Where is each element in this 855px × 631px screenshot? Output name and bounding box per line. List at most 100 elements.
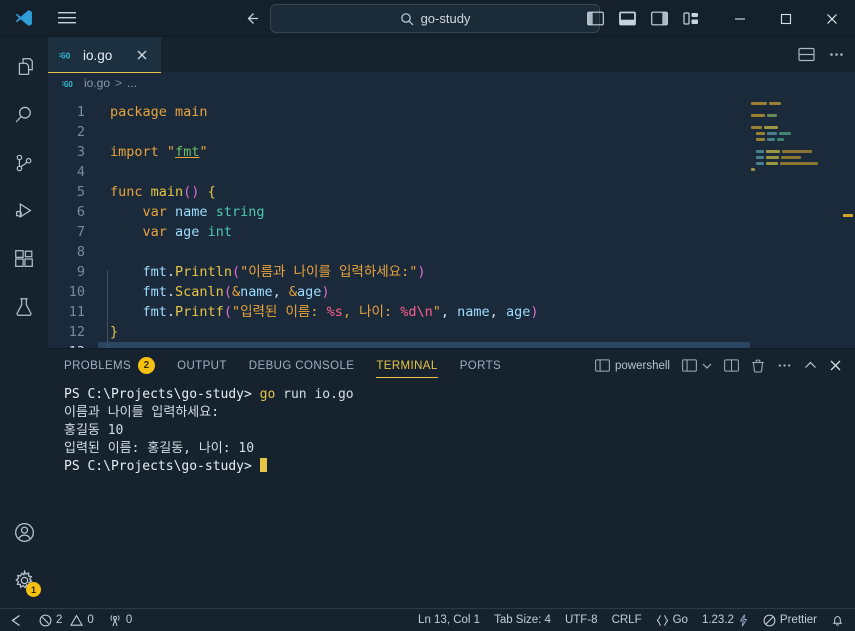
maximize-panel-button[interactable] (799, 354, 822, 378)
terminal-line: 이름과 나이를 입력하세요: (64, 404, 855, 422)
run-debug-icon (13, 200, 35, 222)
terminal-shell-label: powershell (615, 360, 670, 372)
remote-indicator[interactable] (0, 609, 32, 631)
code-line-3: import "fmt" (110, 142, 855, 162)
status-problems[interactable]: 2 0 (32, 609, 101, 631)
panel-tab-label: PROBLEMS (64, 360, 131, 372)
tab-close-icon[interactable] (133, 46, 151, 64)
status-notifications[interactable] (824, 609, 851, 631)
sidebar-item-extensions[interactable] (0, 235, 48, 283)
go-version-label: 1.23.2 (702, 614, 734, 626)
terminal-output[interactable]: PS C:\Projects\go-study> go run io.go 이름… (48, 382, 855, 608)
account-button[interactable] (0, 508, 48, 556)
svg-text:GO: GO (64, 79, 74, 88)
language-label: Go (673, 614, 688, 626)
status-prettier[interactable]: Prettier (756, 609, 824, 631)
ports-count: 0 (126, 614, 132, 626)
tab-output[interactable]: OUTPUT (177, 349, 227, 382)
files-icon (13, 56, 35, 78)
close-icon (829, 359, 842, 372)
terminal-cursor (260, 458, 267, 472)
maximize-button[interactable] (763, 0, 809, 37)
code-content: 1 2 3 4 5 6 7 8 9 10 11 12 13 (48, 94, 855, 348)
sidebar-item-search[interactable] (0, 91, 48, 139)
panel-tab-label: OUTPUT (177, 360, 227, 372)
vscode-logo-icon (0, 0, 48, 37)
breadcrumb-separator: > (115, 76, 122, 90)
status-language-mode[interactable]: Go (649, 609, 695, 631)
breadcrumb[interactable]: GO io.go > ... (48, 72, 855, 94)
code-editor[interactable]: 1 2 3 4 5 6 7 8 9 10 11 12 13 (48, 94, 855, 348)
hamburger-menu-icon[interactable] (48, 0, 86, 37)
close-button[interactable] (809, 0, 855, 37)
layout-controls (581, 5, 705, 33)
more-actions-icon[interactable] (823, 42, 849, 68)
tab-debug-console[interactable]: DEBUG CONSOLE (249, 349, 355, 382)
radio-tower-icon (108, 614, 122, 627)
go-file-icon: GO (59, 48, 76, 62)
search-input[interactable]: go-study (270, 4, 600, 33)
code-line-1: package main (110, 102, 855, 122)
split-terminal-icon (724, 359, 739, 372)
line-number: 8 (48, 242, 85, 262)
sidebar-item-run-and-debug[interactable] (0, 187, 48, 235)
arrow-left-icon[interactable] (241, 7, 263, 29)
tab-problems[interactable]: PROBLEMS 2 (64, 349, 155, 382)
code-line-6: var name string (110, 202, 855, 222)
editor-tab-bar: GO io.go (48, 37, 855, 72)
line-number: 3 (48, 142, 85, 162)
tab-io-go[interactable]: GO io.go (48, 37, 162, 72)
tab-terminal[interactable]: TERMINAL (376, 349, 437, 382)
new-terminal-button[interactable] (677, 354, 717, 378)
titlebar-right (581, 0, 855, 37)
close-panel-button[interactable] (824, 354, 847, 378)
status-encoding[interactable]: UTF-8 (558, 609, 605, 631)
breadcrumb-file[interactable]: io.go (84, 76, 110, 90)
panel-tab-label: TERMINAL (376, 360, 437, 372)
code-line-7: var age int (110, 222, 855, 242)
status-bar-right: Ln 13, Col 1 Tab Size: 4 UTF-8 CRLF Go 1… (411, 609, 851, 631)
remote-icon (9, 614, 23, 627)
warning-icon (70, 614, 83, 627)
kill-terminal-button[interactable] (746, 354, 770, 378)
toggle-secondary-sidebar-icon[interactable] (645, 5, 673, 33)
tab-label: io.go (83, 48, 112, 63)
activity-bar-top (0, 43, 48, 331)
editor-actions (793, 37, 849, 72)
customize-layout-icon[interactable] (677, 5, 705, 33)
split-terminal-button[interactable] (719, 354, 744, 378)
status-eol[interactable]: CRLF (605, 609, 649, 631)
search-icon (400, 12, 414, 26)
line-number: 4 (48, 162, 85, 182)
terminal-line: PS C:\Projects\go-study> go run io.go (64, 386, 855, 404)
code-line-4 (110, 162, 855, 182)
sidebar-item-source-control[interactable] (0, 139, 48, 187)
toggle-panel-icon[interactable] (613, 5, 641, 33)
chevron-down-icon[interactable] (702, 362, 712, 370)
status-go-version[interactable]: 1.23.2 (695, 609, 756, 631)
sidebar-item-testing[interactable] (0, 283, 48, 331)
activity-bar: 1 (0, 37, 48, 608)
line-number: 11 (48, 302, 85, 322)
active-terminal-selector[interactable]: powershell (590, 354, 675, 378)
search-icon (13, 104, 35, 126)
tab-ports[interactable]: PORTS (460, 349, 501, 382)
panel-more-actions-button[interactable] (772, 354, 797, 378)
sidebar-item-explorer[interactable] (0, 43, 48, 91)
minimize-button[interactable] (717, 0, 763, 37)
editor-scrollbar[interactable] (841, 94, 855, 348)
breadcrumb-rest[interactable]: ... (127, 76, 137, 90)
split-editor-icon[interactable] (793, 42, 819, 68)
status-ports[interactable]: 0 (101, 609, 139, 631)
status-indentation[interactable]: Tab Size: 4 (487, 609, 558, 631)
title-bar: go-study (0, 0, 855, 37)
account-icon (13, 521, 36, 544)
vscode-window: go-study (0, 0, 855, 631)
toggle-primary-sidebar-icon[interactable] (581, 5, 609, 33)
manage-settings-button[interactable]: 1 (0, 556, 48, 604)
code-lines[interactable]: package main import "fmt" func main() { … (98, 102, 855, 348)
line-number: 1 (48, 102, 85, 122)
code-line-2 (110, 122, 855, 142)
status-editor-position[interactable]: Ln 13, Col 1 (411, 609, 487, 631)
search-value: go-study (421, 11, 471, 26)
